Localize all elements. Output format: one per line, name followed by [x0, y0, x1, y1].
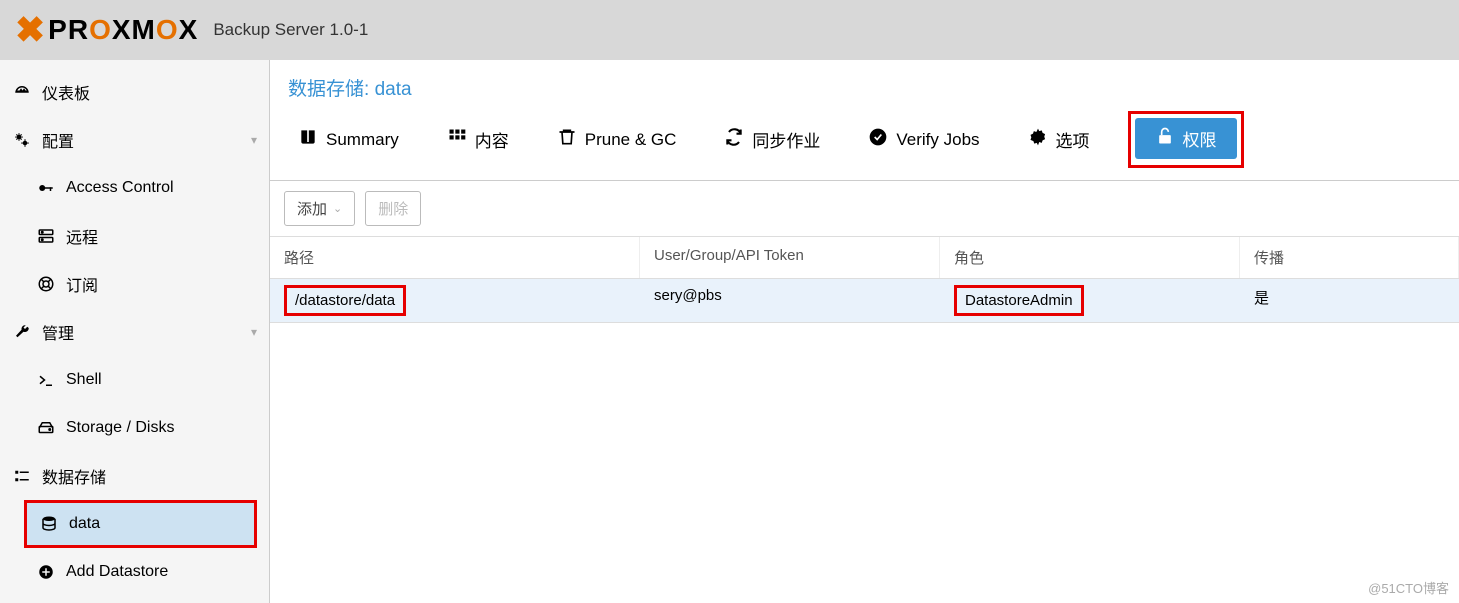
- terminal-icon: [36, 371, 56, 389]
- chevron-down-icon: ▾: [251, 325, 257, 339]
- tab-options[interactable]: 选项: [1018, 121, 1100, 158]
- column-header-user[interactable]: User/Group/API Token: [640, 237, 940, 278]
- sidebar-item-label: Storage / Disks: [66, 419, 174, 437]
- tab-content[interactable]: 内容: [437, 121, 519, 158]
- header-subtitle: Backup Server 1.0-1: [213, 20, 368, 40]
- tab-label: 权限: [1183, 126, 1217, 151]
- sidebar-item-label: data: [69, 515, 100, 533]
- sidebar: 仪表板 配置 ▾ Access Control 远程 订阅 管理 ▾ Shell: [0, 60, 270, 603]
- wrench-icon: [12, 323, 32, 341]
- button-label: 删除: [378, 198, 408, 219]
- sidebar-item-label: 配置: [42, 128, 74, 152]
- sidebar-item-label: Shell: [66, 371, 102, 389]
- page-title-prefix: 数据存储:: [288, 79, 375, 100]
- tab-label: Verify Jobs: [896, 130, 979, 150]
- tab-summary[interactable]: Summary: [288, 121, 409, 158]
- sidebar-item-shell[interactable]: Shell: [0, 356, 269, 404]
- sidebar-item-label: 管理: [42, 320, 74, 344]
- sidebar-item-config[interactable]: 配置 ▾: [0, 116, 269, 164]
- sidebar-item-label: 数据存储: [42, 464, 106, 488]
- cell-role: DatastoreAdmin: [940, 279, 1240, 322]
- column-header-path[interactable]: 路径: [270, 237, 640, 278]
- list-icon: [12, 467, 32, 485]
- remove-button[interactable]: 删除: [365, 191, 421, 226]
- button-label: 添加: [297, 198, 327, 219]
- sync-icon: [724, 127, 744, 152]
- server-icon: [36, 227, 56, 245]
- sidebar-item-label: 仪表板: [42, 80, 90, 104]
- add-button[interactable]: 添加 ⌄: [284, 191, 355, 226]
- logo-text: PROXMOX: [48, 14, 198, 46]
- page-title: 数据存储: data: [270, 60, 1459, 111]
- logo: ✖ PROXMOX: [15, 9, 198, 51]
- gears-icon: [12, 131, 32, 149]
- sidebar-item-remote[interactable]: 远程: [0, 212, 269, 260]
- sidebar-item-dashboard[interactable]: 仪表板: [0, 68, 269, 116]
- cell-propagate: 是: [1240, 279, 1459, 322]
- chevron-down-icon: ▾: [251, 133, 257, 147]
- watermark: @51CTO博客: [1368, 578, 1449, 597]
- tab-label: Summary: [326, 130, 399, 150]
- check-circle-icon: [868, 127, 888, 152]
- app-header: ✖ PROXMOX Backup Server 1.0-1: [0, 0, 1459, 60]
- grid-icon: [447, 127, 467, 152]
- sidebar-item-add-datastore[interactable]: Add Datastore: [0, 548, 269, 596]
- sidebar-item-label: Add Datastore: [66, 563, 168, 581]
- sidebar-item-subscription[interactable]: 订阅: [0, 260, 269, 308]
- tabs: Summary 内容 Prune & GC 同步作业 Verify Jobs 选…: [270, 111, 1459, 181]
- tab-label: 内容: [475, 127, 509, 152]
- logo-x-icon: ✖: [15, 9, 46, 51]
- sidebar-item-data[interactable]: data: [24, 500, 257, 548]
- plus-circle-icon: [36, 563, 56, 581]
- table-header: 路径 User/Group/API Token 角色 传播: [270, 236, 1459, 279]
- tab-label: 选项: [1056, 127, 1090, 152]
- sidebar-item-access-control[interactable]: Access Control: [0, 164, 269, 212]
- tab-sync-jobs[interactable]: 同步作业: [714, 121, 830, 158]
- cell-path: /datastore/data: [270, 279, 640, 322]
- sidebar-item-storage-disks[interactable]: Storage / Disks: [0, 404, 269, 452]
- toolbar: 添加 ⌄ 删除: [270, 181, 1459, 236]
- sidebar-item-datastore[interactable]: 数据存储: [0, 452, 269, 500]
- tab-label: 同步作业: [752, 127, 820, 152]
- key-icon: [36, 179, 56, 197]
- database-icon: [39, 515, 59, 533]
- page-title-name: data: [375, 79, 412, 100]
- chevron-down-icon: ⌄: [333, 202, 342, 215]
- column-header-role[interactable]: 角色: [940, 237, 1240, 278]
- tab-verify-jobs[interactable]: Verify Jobs: [858, 121, 989, 158]
- cell-role-value: DatastoreAdmin: [954, 285, 1084, 316]
- cell-user: sery@pbs: [640, 279, 940, 322]
- dashboard-icon: [12, 83, 32, 101]
- cell-path-value: /datastore/data: [284, 285, 406, 316]
- lifebuoy-icon: [36, 275, 56, 293]
- hdd-icon: [36, 419, 56, 437]
- sidebar-item-label: Access Control: [66, 179, 174, 197]
- tab-prune-gc[interactable]: Prune & GC: [547, 121, 687, 158]
- sidebar-item-admin[interactable]: 管理 ▾: [0, 308, 269, 356]
- tab-permissions[interactable]: 权限: [1135, 118, 1237, 159]
- book-icon: [298, 127, 318, 152]
- gear-icon: [1028, 127, 1048, 152]
- unlock-icon: [1155, 126, 1175, 151]
- sidebar-item-label: 订阅: [66, 272, 98, 296]
- trash-icon: [557, 127, 577, 152]
- main-content: 数据存储: data Summary 内容 Prune & GC 同步作业 Ve…: [270, 60, 1459, 603]
- tab-label: Prune & GC: [585, 130, 677, 150]
- sidebar-item-label: 远程: [66, 224, 98, 248]
- column-header-propagate[interactable]: 传播: [1240, 237, 1459, 278]
- table-row[interactable]: /datastore/data sery@pbs DatastoreAdmin …: [270, 279, 1459, 323]
